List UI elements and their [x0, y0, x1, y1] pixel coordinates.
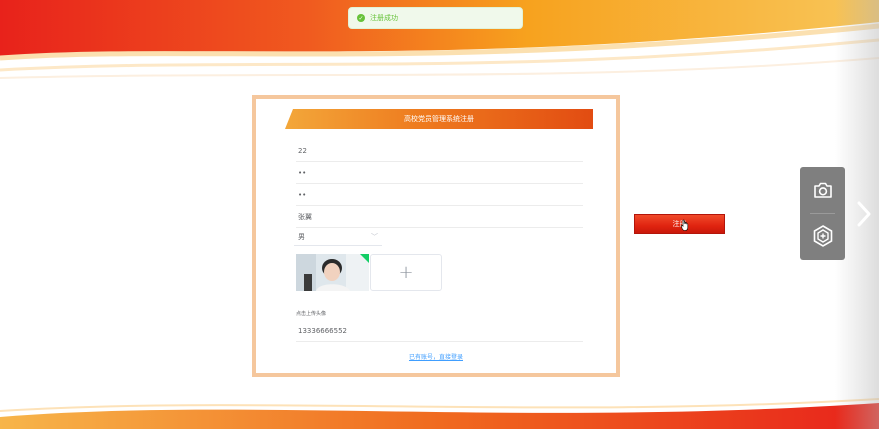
account-input[interactable]: 22 — [296, 141, 583, 162]
footer-wave-background — [0, 398, 879, 429]
name-input[interactable]: 张翼 — [296, 207, 583, 228]
confirm-password-input[interactable]: •• — [296, 185, 583, 206]
phone-input[interactable]: 13336666552 — [296, 321, 583, 342]
chevron-right-icon[interactable] — [853, 198, 875, 230]
check-circle-icon: ✓ — [357, 14, 365, 22]
upload-success-badge — [360, 254, 369, 263]
plus-icon: + — [398, 262, 414, 283]
avatar-preview[interactable] — [296, 254, 369, 291]
chevron-down-icon: ﹀ — [371, 233, 378, 241]
form-title: 高校党员管理系统注册 — [285, 109, 593, 129]
upload-hint: 点击上传头像 — [296, 311, 327, 317]
success-toast: ✓ 注册成功 — [348, 7, 523, 29]
gender-selected-value: 男 — [298, 233, 305, 241]
register-panel: 高校党员管理系统注册 22 •• •• 张翼 男 ﹀ + 点击上传头像 1333… — [252, 95, 620, 377]
side-toolbar — [800, 167, 845, 260]
hand-cursor-icon — [681, 219, 689, 231]
login-link[interactable]: 已有账号，直接登录 — [256, 352, 616, 361]
register-button[interactable]: 注册 — [634, 214, 725, 234]
password-input[interactable]: •• — [296, 163, 583, 184]
avatar-upload-button[interactable]: + — [370, 254, 442, 291]
toolbar-divider — [810, 213, 835, 214]
avatar-image — [296, 254, 369, 291]
camera-icon[interactable] — [810, 177, 835, 202]
toast-message: 注册成功 — [370, 14, 398, 22]
gender-select[interactable]: 男 ﹀ — [294, 229, 382, 246]
hex-add-icon[interactable] — [810, 223, 835, 248]
